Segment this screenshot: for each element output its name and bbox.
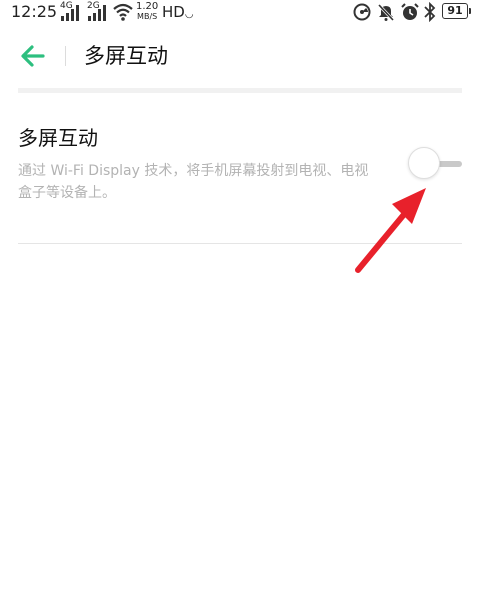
battery-icon: 91 <box>442 3 471 19</box>
net-speed: 1.20 MB/S <box>136 2 158 22</box>
hd-icon: HD◡ <box>162 3 194 21</box>
net-speed-unit: MB/S <box>137 12 158 21</box>
bluetooth-icon <box>424 2 436 22</box>
arrow-left-icon <box>21 45 45 67</box>
setting-title: 多屏互动 <box>18 126 98 150</box>
page-title: 多屏互动 <box>84 44 168 68</box>
setting-description: 通过 Wi-Fi Display 技术，将手机屏幕投射到电视、电视盒子等设备上。 <box>18 163 369 201</box>
status-bar: 12:25 4G 2G 1.20 MB/S HD◡ 91 <box>0 0 480 24</box>
header-divider <box>65 46 66 66</box>
app-header: 多屏互动 <box>0 30 480 82</box>
mute-icon <box>377 3 395 22</box>
signal-2g-icon <box>88 5 106 21</box>
signal-4g-icon <box>61 5 79 21</box>
data-saver-icon <box>353 3 371 21</box>
wifi-icon <box>113 3 133 21</box>
status-time: 12:25 <box>11 2 58 21</box>
back-button[interactable] <box>18 42 50 70</box>
annotation-arrow-icon <box>355 188 426 273</box>
header-separator <box>18 88 462 93</box>
net-speed-value: 1.20 <box>136 1 159 12</box>
alarm-icon <box>401 3 419 20</box>
